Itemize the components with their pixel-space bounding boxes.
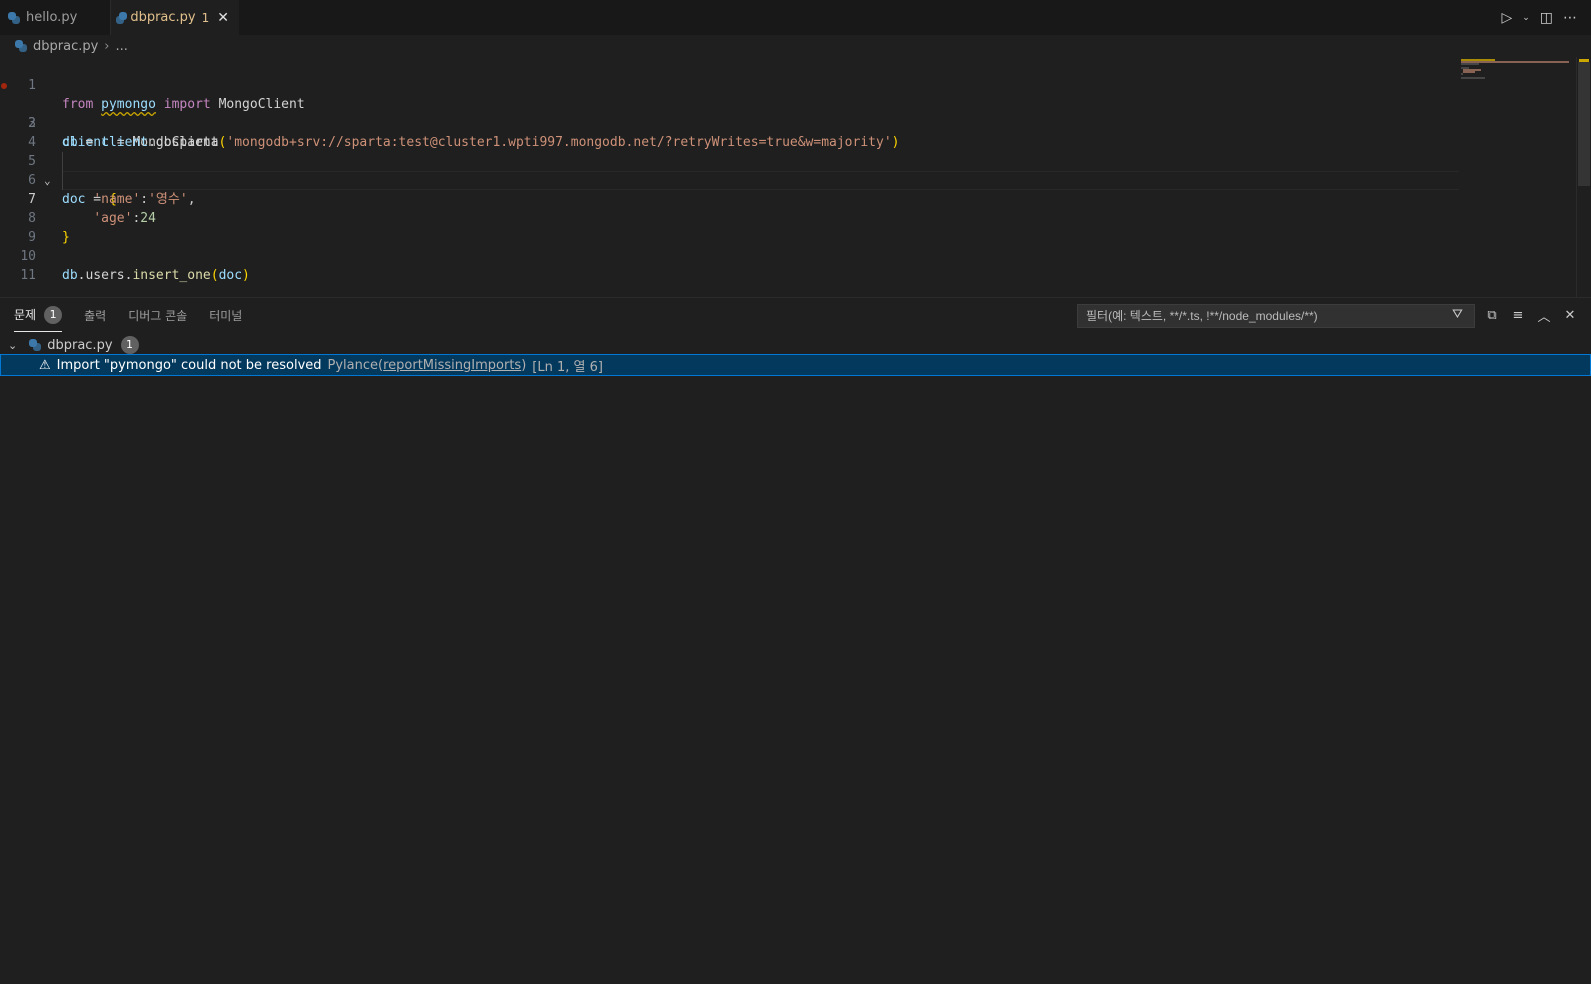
chevron-down-icon[interactable]: ⌄ xyxy=(8,339,17,352)
panel-tabs: 문제 1 출력 디버그 콘솔 터미널 xyxy=(14,298,242,332)
tab-terminal[interactable]: 터미널 xyxy=(209,298,242,332)
tab-label: 출력 xyxy=(84,308,107,323)
code-line: 3 db = client.dbsparta xyxy=(0,95,1591,150)
problem-position: [Ln 1, 열 6] xyxy=(532,359,603,375)
tab-output[interactable]: 출력 xyxy=(84,298,106,332)
editor-tab-bar: hello.py dbprac.py 1 ✕ ▷ ⌄ ◫ ⋯ xyxy=(0,0,1591,35)
problem-source: Pylance(reportMissingImports) xyxy=(327,357,527,373)
editor-scrollbar[interactable] xyxy=(1576,57,1591,297)
problem-file-name: dbprac.py xyxy=(47,337,113,353)
code-line: 2 client = MongoClient('mongodb+srv://sp… xyxy=(0,76,1591,150)
tab-problem-count: 1 xyxy=(201,10,210,25)
python-file-icon xyxy=(29,339,42,351)
panel-actions: ⧉ ≡ ︿ ✕ xyxy=(1485,298,1577,332)
breakpoint-icon[interactable] xyxy=(1,83,7,89)
chevron-right-icon: › xyxy=(104,38,110,54)
tab-problems[interactable]: 문제 1 xyxy=(14,298,63,332)
code-content: db.users.insert_one(doc) xyxy=(62,268,250,283)
split-editor-icon[interactable]: ◫ xyxy=(1540,10,1553,26)
problem-code-link[interactable]: reportMissingImports xyxy=(383,358,521,373)
code-line: 9 xyxy=(0,209,1591,245)
tab-label: hello.py xyxy=(26,10,78,25)
problem-file-group[interactable]: ⌄ dbprac.py 1 xyxy=(8,334,139,356)
close-panel-icon[interactable]: ✕ xyxy=(1563,308,1577,323)
problems-badge: 1 xyxy=(44,305,63,324)
code-line: 5 ⌄ doc = { xyxy=(0,133,1591,207)
tab-label: 디버그 콘솔 xyxy=(128,308,188,323)
scrollbar-thumb[interactable] xyxy=(1578,62,1590,186)
code-line-current: 7 'age':24 xyxy=(0,171,1591,226)
editor-actions: ▷ ⌄ ◫ ⋯ xyxy=(1501,0,1577,35)
code-editor[interactable]: 1 from pymongo import MongoClient 2 clie… xyxy=(0,57,1591,297)
filter-icon[interactable]: ⛛ xyxy=(1452,307,1463,322)
code-line: 6 'name':'영수', xyxy=(0,152,1591,207)
tab-debug-console[interactable]: 디버그 콘솔 xyxy=(128,298,187,332)
python-file-icon xyxy=(116,11,128,24)
code-line: 11 xyxy=(0,247,1591,283)
problem-item[interactable]: ⚠ Import "pymongo" could not be resolved… xyxy=(0,354,1591,376)
problems-filter-input[interactable] xyxy=(1077,304,1475,328)
line-number: 11 xyxy=(20,268,36,283)
indent-guide xyxy=(62,152,63,190)
tab-dbprac-py[interactable]: dbprac.py 1 ✕ xyxy=(111,0,239,35)
warning-icon: ⚠ xyxy=(39,357,51,373)
minimap[interactable] xyxy=(1461,57,1571,297)
collapse-all-icon[interactable]: ⧉ xyxy=(1485,308,1499,323)
code-line: 8 } xyxy=(0,190,1591,245)
bottom-panel: 문제 1 출력 디버그 콘솔 터미널 ⛛ ⧉ ≡ ︿ ✕ ⌄ dbprac.py… xyxy=(0,297,1591,984)
python-file-icon xyxy=(8,11,20,24)
code-line: 1 from pymongo import MongoClient xyxy=(0,57,1591,112)
chevron-down-icon[interactable]: ⌄ xyxy=(1522,13,1530,23)
tab-label: 터미널 xyxy=(209,308,243,323)
python-file-icon xyxy=(15,40,27,52)
tab-label: dbprac.py xyxy=(130,10,196,25)
close-icon[interactable]: ✕ xyxy=(217,10,229,26)
breadcrumb-more[interactable]: ... xyxy=(116,39,128,54)
code-line: 4 xyxy=(0,114,1591,150)
problem-message: Import "pymongo" could not be resolved xyxy=(56,357,322,373)
view-as-tree-icon[interactable]: ≡ xyxy=(1511,308,1525,323)
breadcrumb-file[interactable]: dbprac.py xyxy=(33,39,98,54)
tab-label: 문제 xyxy=(14,308,37,322)
breadcrumb: dbprac.py › ... xyxy=(0,35,1591,57)
problem-file-count: 1 xyxy=(120,336,139,354)
run-icon[interactable]: ▷ xyxy=(1501,10,1512,26)
tab-hello-py[interactable]: hello.py xyxy=(0,0,111,35)
more-actions-icon[interactable]: ⋯ xyxy=(1563,10,1577,26)
maximize-panel-icon[interactable]: ︿ xyxy=(1537,306,1551,325)
code-line: 10 db.users.insert_one(doc) xyxy=(0,228,1591,283)
